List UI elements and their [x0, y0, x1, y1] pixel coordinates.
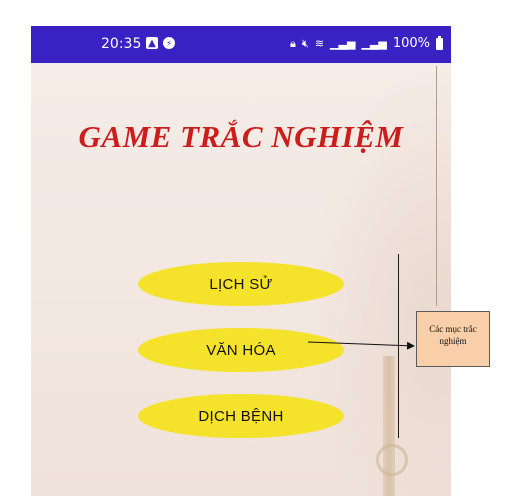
battery-percent: 100% — [392, 36, 430, 51]
signal-icon: ▁▃▅ — [330, 37, 356, 50]
app-title: GAME TRẮC NGHIỆM — [78, 119, 404, 154]
culture-button[interactable]: VĂN HÓA — [138, 328, 344, 372]
epidemic-button[interactable]: DỊCH BỆNH — [138, 394, 344, 438]
lock-icon: 🔒︎ — [290, 36, 296, 50]
wifi-icon: ≋ — [314, 37, 325, 50]
phone-screen: 20:35 ▲ ⚡ 🔒︎ 🔇︎ ≋ ▁▃▅ ▁▃▅ 100% GAME TRẮC… — [31, 26, 451, 496]
signal-icon: ▁▃▅ — [361, 37, 387, 50]
annotation-line-2: nghiệm — [439, 336, 467, 346]
battery-charging-icon — [436, 35, 443, 50]
mute-icon: 🔇︎ — [301, 36, 309, 50]
status-time: 20:35 — [101, 36, 142, 52]
status-right-icons: 🔒︎ 🔇︎ ≋ ▁▃▅ ▁▃▅ 100% — [290, 35, 443, 51]
status-bar: 20:35 ▲ ⚡ 🔒︎ 🔇︎ ≋ ▁▃▅ ▁▃▅ 100% — [31, 26, 451, 63]
annotation-line-1: Các mục trắc — [429, 324, 477, 334]
gallery-icon: ▲ — [146, 37, 158, 49]
decor-wire — [436, 66, 437, 306]
history-button[interactable]: LỊCH SỬ — [138, 262, 344, 306]
decor-vertical-line — [398, 254, 399, 438]
decor-gear — [376, 444, 408, 476]
messenger-icon: ⚡ — [163, 37, 175, 49]
annotation-note: Các mục trắc nghiệm — [416, 311, 490, 367]
